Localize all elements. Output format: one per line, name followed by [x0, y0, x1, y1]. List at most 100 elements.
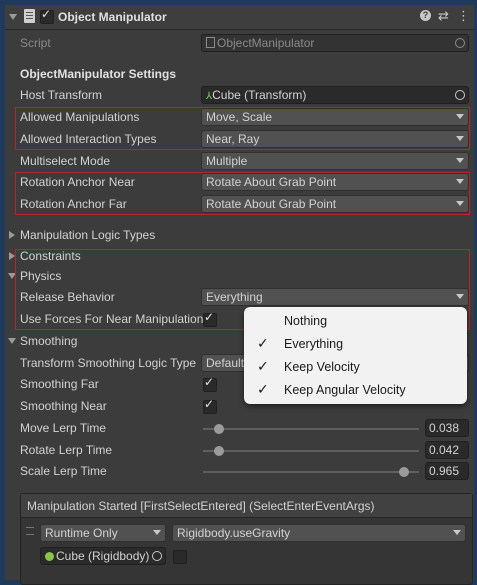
check-icon: ✓: [41, 7, 52, 21]
scale-lerp-slider-track[interactable]: [203, 471, 419, 473]
manipulation-logic-types-foldout[interactable]: Manipulation Logic Types: [5, 225, 474, 246]
object-picker-icon: [455, 38, 465, 48]
enable-component-checkbox[interactable]: ✓: [40, 7, 54, 24]
physics-label: Physics: [20, 269, 62, 283]
collapse-icon[interactable]: [9, 14, 17, 20]
script-label: Script: [20, 36, 51, 50]
smoothing-near-checkbox[interactable]: ✓: [203, 397, 217, 414]
rotation-anchor-far-value: Rotate About Grab Point: [206, 197, 337, 211]
scale-lerp-label: Scale Lerp Time: [20, 464, 107, 478]
object-picker-icon[interactable]: [152, 551, 162, 561]
release-behavior-row: Release Behavior Everything: [5, 287, 474, 308]
expand-icon: [9, 252, 15, 260]
popup-item-everything[interactable]: ✓ Everything: [244, 332, 467, 355]
multiselect-mode-row: Multiselect Mode Multiple: [5, 151, 474, 172]
check-icon: ✓: [204, 397, 215, 411]
allowed-manipulations-row: Allowed Manipulations Move, Scale: [5, 107, 474, 128]
smoothing-label: Smoothing: [20, 334, 78, 348]
constraints-foldout[interactable]: Constraints: [5, 246, 474, 267]
allowed-interaction-types-dropdown[interactable]: Near, Ray: [201, 130, 469, 148]
dropdown-arrow-icon: [153, 530, 161, 535]
allowed-interaction-types-label: Allowed Interaction Types: [20, 132, 157, 146]
component-title: Object Manipulator: [58, 10, 167, 24]
scale-lerp-slider-thumb[interactable]: [399, 467, 409, 477]
dropdown-arrow-icon: [456, 179, 464, 184]
rotate-lerp-slider-thumb[interactable]: [214, 446, 225, 456]
event-title: Manipulation Started [FirstSelectEntered…: [27, 499, 375, 513]
expand-icon: [9, 231, 15, 239]
check-icon: ✓: [257, 358, 269, 374]
runtime-dropdown[interactable]: Runtime Only: [40, 524, 166, 542]
help-icon[interactable]: ?: [420, 10, 431, 21]
rotation-anchor-far-dropdown[interactable]: Rotate About Grab Point: [201, 195, 469, 213]
rigidbody-icon: [45, 552, 54, 561]
scale-lerp-row: Scale Lerp Time 0.965: [5, 461, 474, 482]
constraints-label: Constraints: [20, 249, 81, 263]
event-header: Manipulation Started [FirstSelectEntered…: [21, 494, 472, 518]
multiselect-mode-label: Multiselect Mode: [20, 154, 111, 168]
popup-item-nothing[interactable]: ✓ Nothing: [244, 309, 467, 332]
host-transform-label: Host Transform: [20, 88, 103, 102]
use-forces-checkbox[interactable]: ✓: [203, 310, 217, 327]
allowed-interaction-types-value: Near, Ray: [206, 132, 260, 146]
rotation-anchor-near-dropdown[interactable]: Rotate About Grab Point: [201, 173, 469, 191]
smoothing-far-label: Smoothing Far: [20, 377, 99, 391]
event-bool-checkbox[interactable]: [173, 550, 187, 564]
settings-heading: ObjectManipulator Settings: [20, 67, 177, 81]
rotate-lerp-input[interactable]: 0.042: [425, 441, 469, 459]
script-file-icon: [206, 37, 215, 48]
dropdown-arrow-icon: [456, 158, 464, 163]
rotate-lerp-row: Rotate Lerp Time 0.042: [5, 440, 474, 461]
allowed-manipulations-value: Move, Scale: [206, 110, 273, 124]
dropdown-arrow-icon: [456, 114, 464, 119]
object-picker-icon[interactable]: [455, 90, 465, 100]
collapse-icon: [8, 273, 16, 279]
manipulation-started-event: Manipulation Started [FirstSelectEntered…: [20, 493, 473, 585]
move-lerp-slider-thumb[interactable]: [213, 424, 224, 434]
physics-foldout[interactable]: Physics: [5, 266, 474, 287]
event-target-field[interactable]: Cube (Rigidbody): [40, 547, 166, 565]
more-options-icon[interactable]: ⋮: [457, 8, 470, 24]
popup-item-label: Keep Velocity: [284, 360, 360, 374]
smoothing-far-checkbox[interactable]: ✓: [203, 375, 217, 392]
rotate-lerp-slider-track[interactable]: [203, 450, 419, 452]
popup-item-label: Everything: [284, 337, 344, 351]
release-behavior-dropdown[interactable]: Everything: [201, 288, 469, 306]
dropdown-arrow-icon: [456, 136, 464, 141]
popup-item-keep-velocity[interactable]: ✓ Keep Velocity: [244, 355, 467, 378]
settings-heading-row: ObjectManipulator Settings: [5, 64, 474, 85]
release-behavior-popup: ✓ Nothing ✓ Everything ✓ Keep Velocity ✓…: [244, 307, 467, 404]
script-row: Script ObjectManipulator: [5, 33, 474, 54]
host-transform-row: Host Transform ⅄Cube (Transform): [5, 85, 474, 106]
scale-lerp-input[interactable]: 0.965: [425, 462, 469, 480]
check-icon: ✓: [204, 310, 215, 324]
smoothing-near-label: Smoothing Near: [20, 399, 107, 413]
use-forces-label: Use Forces For Near Manipulation: [20, 312, 204, 326]
script-field: ObjectManipulator: [201, 34, 469, 52]
check-icon: ✓: [204, 375, 215, 389]
rotation-anchor-near-row: Rotation Anchor Near Rotate About Grab P…: [5, 172, 474, 193]
preset-icon[interactable]: ⇄: [438, 8, 449, 24]
script-value: ObjectManipulator: [217, 36, 315, 50]
host-transform-value: Cube (Transform): [212, 88, 307, 102]
smoothing-logic-type-value: Default: [206, 356, 245, 370]
rotation-anchor-near-label: Rotation Anchor Near: [20, 175, 135, 189]
drag-handle-icon[interactable]: [26, 527, 34, 535]
move-lerp-input[interactable]: 0.038: [425, 419, 469, 437]
rotation-anchor-far-row: Rotation Anchor Far Rotate About Grab Po…: [5, 194, 474, 215]
check-icon: ✓: [257, 381, 269, 397]
check-icon: ✓: [257, 335, 269, 351]
move-lerp-slider-track[interactable]: [203, 428, 419, 430]
popup-item-keep-angular-velocity[interactable]: ✓ Keep Angular Velocity: [244, 378, 467, 401]
allowed-manipulations-dropdown[interactable]: Move, Scale: [201, 108, 469, 126]
multiselect-mode-dropdown[interactable]: Multiple: [201, 152, 469, 170]
multiselect-mode-value: Multiple: [206, 154, 248, 168]
dropdown-arrow-icon: [456, 294, 464, 299]
move-lerp-label: Move Lerp Time: [20, 421, 107, 435]
allowed-interaction-types-row: Allowed Interaction Types Near, Ray: [5, 129, 474, 150]
dropdown-arrow-icon: [456, 201, 464, 206]
function-dropdown[interactable]: Rigidbody.useGravity: [172, 524, 466, 542]
host-transform-field[interactable]: ⅄Cube (Transform): [201, 86, 469, 104]
collapse-icon: [8, 338, 16, 344]
release-behavior-label: Release Behavior: [20, 290, 115, 304]
